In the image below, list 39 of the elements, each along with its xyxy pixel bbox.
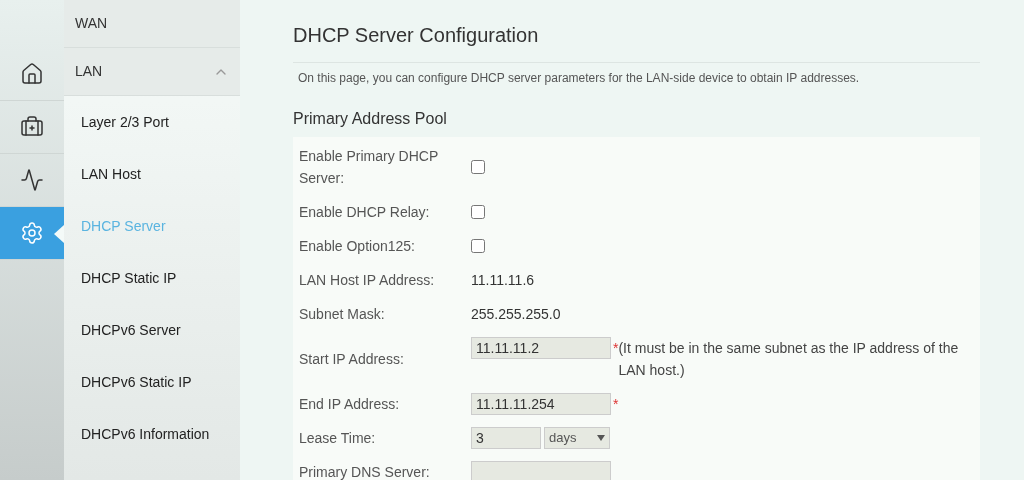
field-label: Enable DHCP Relay: [299, 203, 431, 222]
field-label: Start IP Address: [299, 350, 405, 369]
medical-kit-icon [20, 115, 44, 139]
section-heading: Primary Address Pool [293, 109, 448, 129]
menu-group[interactable]: WAN [64, 0, 240, 48]
pulse-icon [20, 168, 44, 192]
field-label: Subnet Mask: [299, 305, 386, 324]
menu-item[interactable]: DHCP Static IP [64, 252, 240, 304]
unit-select[interactable]: days [544, 427, 610, 449]
menu-item[interactable]: DHCPv6 Information [64, 408, 240, 460]
page-description: On this page, you can configure DHCP server parameters for the LAN-side device to obtain IP addresses. [297, 70, 861, 87]
required-mark: * [613, 339, 619, 358]
field-label: Enable Option125: [299, 237, 416, 256]
menu-item[interactable]: Layer 2/3 Port [64, 96, 240, 148]
checkbox[interactable] [471, 239, 485, 253]
menu-item[interactable]: LAN Host [64, 148, 240, 200]
field-label: Lease Time: [299, 429, 377, 448]
page-title: DHCP Server Configuration [293, 20, 980, 63]
text-field[interactable] [471, 461, 611, 480]
field-label: End IP Address: [299, 395, 401, 414]
checkbox[interactable] [471, 205, 485, 219]
field-label: Enable Primary DHCP Server: [299, 147, 439, 188]
number-field[interactable]: 3 [471, 427, 541, 449]
field-label: Primary DNS Server: [299, 463, 431, 480]
field-note: (It must be in the same subnet as the IP address of the LAN host.) [618, 339, 960, 380]
home-icon [20, 62, 44, 86]
checkbox[interactable] [471, 160, 485, 174]
dropdown-arrow-icon [597, 435, 605, 441]
text-field[interactable]: 11.11.11.2 [471, 337, 611, 359]
menu-item[interactable]: DHCPv6 Server [64, 304, 240, 356]
rail-tab[interactable] [0, 207, 64, 260]
text-field[interactable]: 11.11.11.254 [471, 393, 611, 415]
field-value: 255.255.255.0 [471, 304, 561, 324]
required-mark: * [613, 395, 619, 414]
field-value: 11.11.11.6 [471, 270, 535, 290]
menu-group[interactable]: LAN [64, 48, 240, 96]
settings-icon [20, 221, 44, 245]
menu-item[interactable]: DHCPv6 Static IP [64, 356, 240, 408]
field-label: LAN Host IP Address: [299, 271, 436, 290]
